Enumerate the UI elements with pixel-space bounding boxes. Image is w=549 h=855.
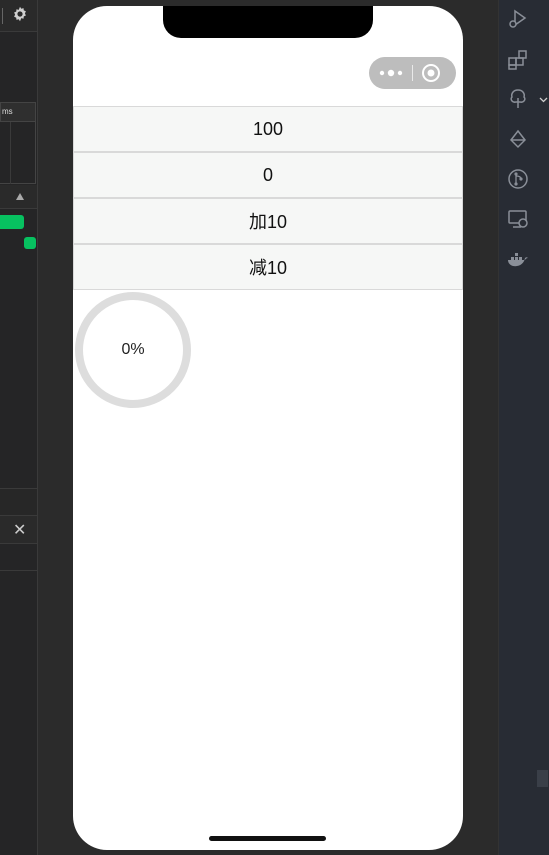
phone-notch xyxy=(163,6,373,38)
run-debug-icon[interactable] xyxy=(507,8,529,30)
gear-icon[interactable] xyxy=(12,6,28,22)
set-0-button[interactable]: 0 xyxy=(73,152,463,198)
panel-column-header: ms xyxy=(0,102,36,122)
docker-icon[interactable] xyxy=(507,249,529,271)
remote-screen-icon[interactable] xyxy=(507,208,529,230)
activity-bar xyxy=(498,0,549,855)
left-ide-panel: ms ✕ xyxy=(0,0,38,855)
left-panel-toolbar xyxy=(0,0,37,32)
extensions-icon[interactable] xyxy=(507,49,529,71)
collapse-up-icon xyxy=(16,193,24,200)
circular-progress: 0% xyxy=(73,290,193,410)
deploy-icon[interactable] xyxy=(507,128,529,150)
add-10-button[interactable]: 加10 xyxy=(73,198,463,244)
collapse-section-button[interactable] xyxy=(0,185,37,209)
toolbar-separator xyxy=(2,8,3,24)
table-divider xyxy=(10,122,11,184)
panel-table-block xyxy=(0,122,36,184)
status-indicator-small xyxy=(24,237,36,249)
more-icon[interactable] xyxy=(379,67,403,79)
panel-divider-line xyxy=(0,570,37,571)
panel-close-bar: ✕ xyxy=(0,516,37,544)
git-branch-icon[interactable] xyxy=(507,168,529,190)
scrollbar-thumb[interactable] xyxy=(537,770,548,787)
chevron-down-icon[interactable] xyxy=(539,95,548,104)
progress-label: 0% xyxy=(121,341,145,358)
status-indicator xyxy=(0,215,24,229)
tree-icon[interactable] xyxy=(507,88,529,110)
home-indicator xyxy=(209,836,326,841)
panel-divider-bar xyxy=(0,488,37,516)
phone-simulator: 100 0 加10 减10 0% xyxy=(73,6,463,850)
miniprogram-capsule xyxy=(369,57,456,89)
close-icon[interactable]: ✕ xyxy=(13,522,26,538)
target-icon[interactable] xyxy=(421,63,441,83)
capsule-divider xyxy=(412,65,413,81)
subtract-10-button[interactable]: 减10 xyxy=(73,244,463,290)
set-100-button[interactable]: 100 xyxy=(73,106,463,152)
